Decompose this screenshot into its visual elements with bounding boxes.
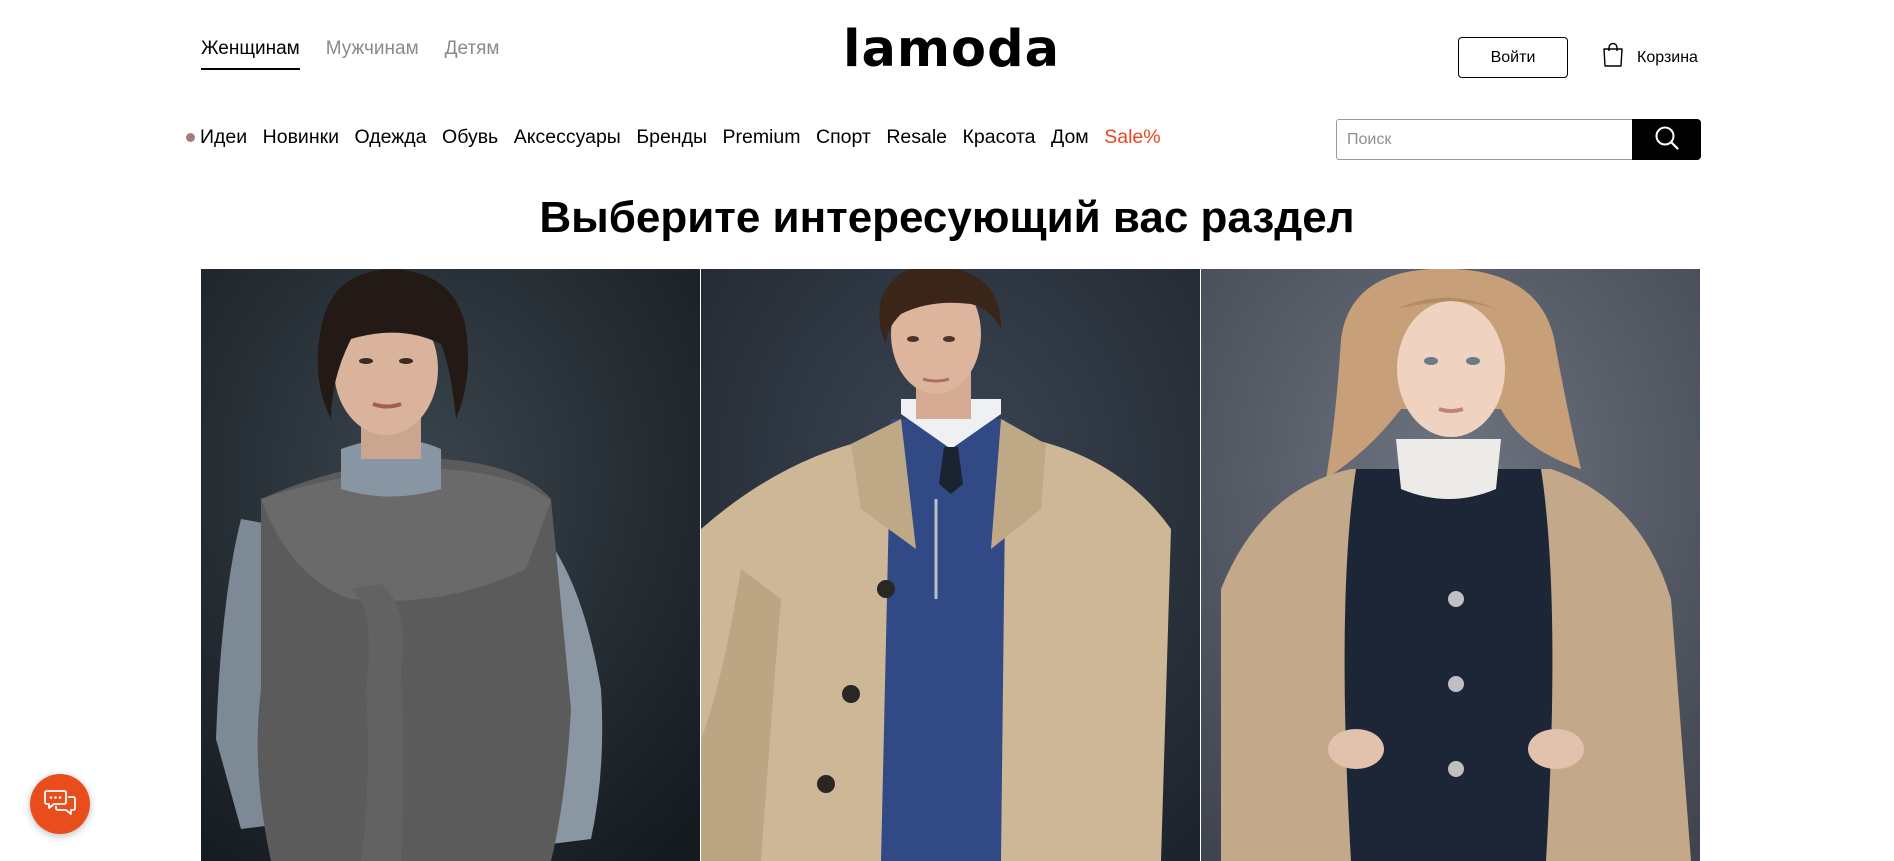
- cart-label: Корзина: [1637, 48, 1698, 66]
- search-icon: [1654, 125, 1680, 154]
- tab-men[interactable]: Мужчинам: [326, 38, 419, 70]
- nav-item-home[interactable]: Дом: [1051, 126, 1089, 149]
- woman-photo: [201, 269, 700, 861]
- nav-item-sale[interactable]: Sale%: [1104, 126, 1160, 149]
- nav-item-clothes[interactable]: Одежда: [355, 126, 427, 149]
- chat-icon: [44, 787, 76, 822]
- nav-item-new[interactable]: Новинки: [263, 126, 339, 149]
- nav-item-shoes[interactable]: Обувь: [442, 126, 498, 149]
- cart-link[interactable]: Корзина: [1601, 42, 1698, 73]
- chat-button[interactable]: [30, 774, 90, 834]
- man-photo: [701, 269, 1200, 861]
- nav-item-premium[interactable]: Premium: [722, 126, 800, 149]
- nav-item-sport[interactable]: Спорт: [816, 126, 871, 149]
- search-bar: [1336, 119, 1701, 160]
- section-grid: [201, 269, 1701, 861]
- tab-kids[interactable]: Детям: [445, 38, 500, 70]
- ideas-dot-icon: [186, 133, 195, 142]
- tab-women[interactable]: Женщинам: [201, 38, 300, 70]
- category-nav: Идеи Новинки Одежда Обувь Аксессуары Бре…: [186, 126, 1176, 149]
- nav-item-resale[interactable]: Resale: [886, 126, 947, 149]
- shopping-bag-icon: [1601, 42, 1625, 73]
- search-input[interactable]: [1336, 119, 1632, 160]
- section-tile-kids[interactable]: [1201, 269, 1700, 861]
- section-tile-men[interactable]: [701, 269, 1200, 861]
- nav-item-brands[interactable]: Бренды: [636, 126, 707, 149]
- section-tile-women[interactable]: [201, 269, 700, 861]
- login-button[interactable]: Войти: [1458, 37, 1568, 78]
- page: Женщинам Мужчинам Детям lamoda Войти Кор…: [0, 0, 1894, 861]
- kid-photo: [1201, 269, 1700, 861]
- nav-item-ideas[interactable]: Идеи: [200, 126, 247, 149]
- nav-item-accessories[interactable]: Аксессуары: [514, 126, 621, 149]
- gender-tabs: Женщинам Мужчинам Детям: [201, 38, 500, 70]
- search-button[interactable]: [1632, 119, 1701, 160]
- nav-item-beauty[interactable]: Красота: [963, 126, 1036, 149]
- page-title: Выберите интересующий вас раздел: [539, 193, 1355, 242]
- lamoda-logo[interactable]: lamoda: [843, 20, 1060, 79]
